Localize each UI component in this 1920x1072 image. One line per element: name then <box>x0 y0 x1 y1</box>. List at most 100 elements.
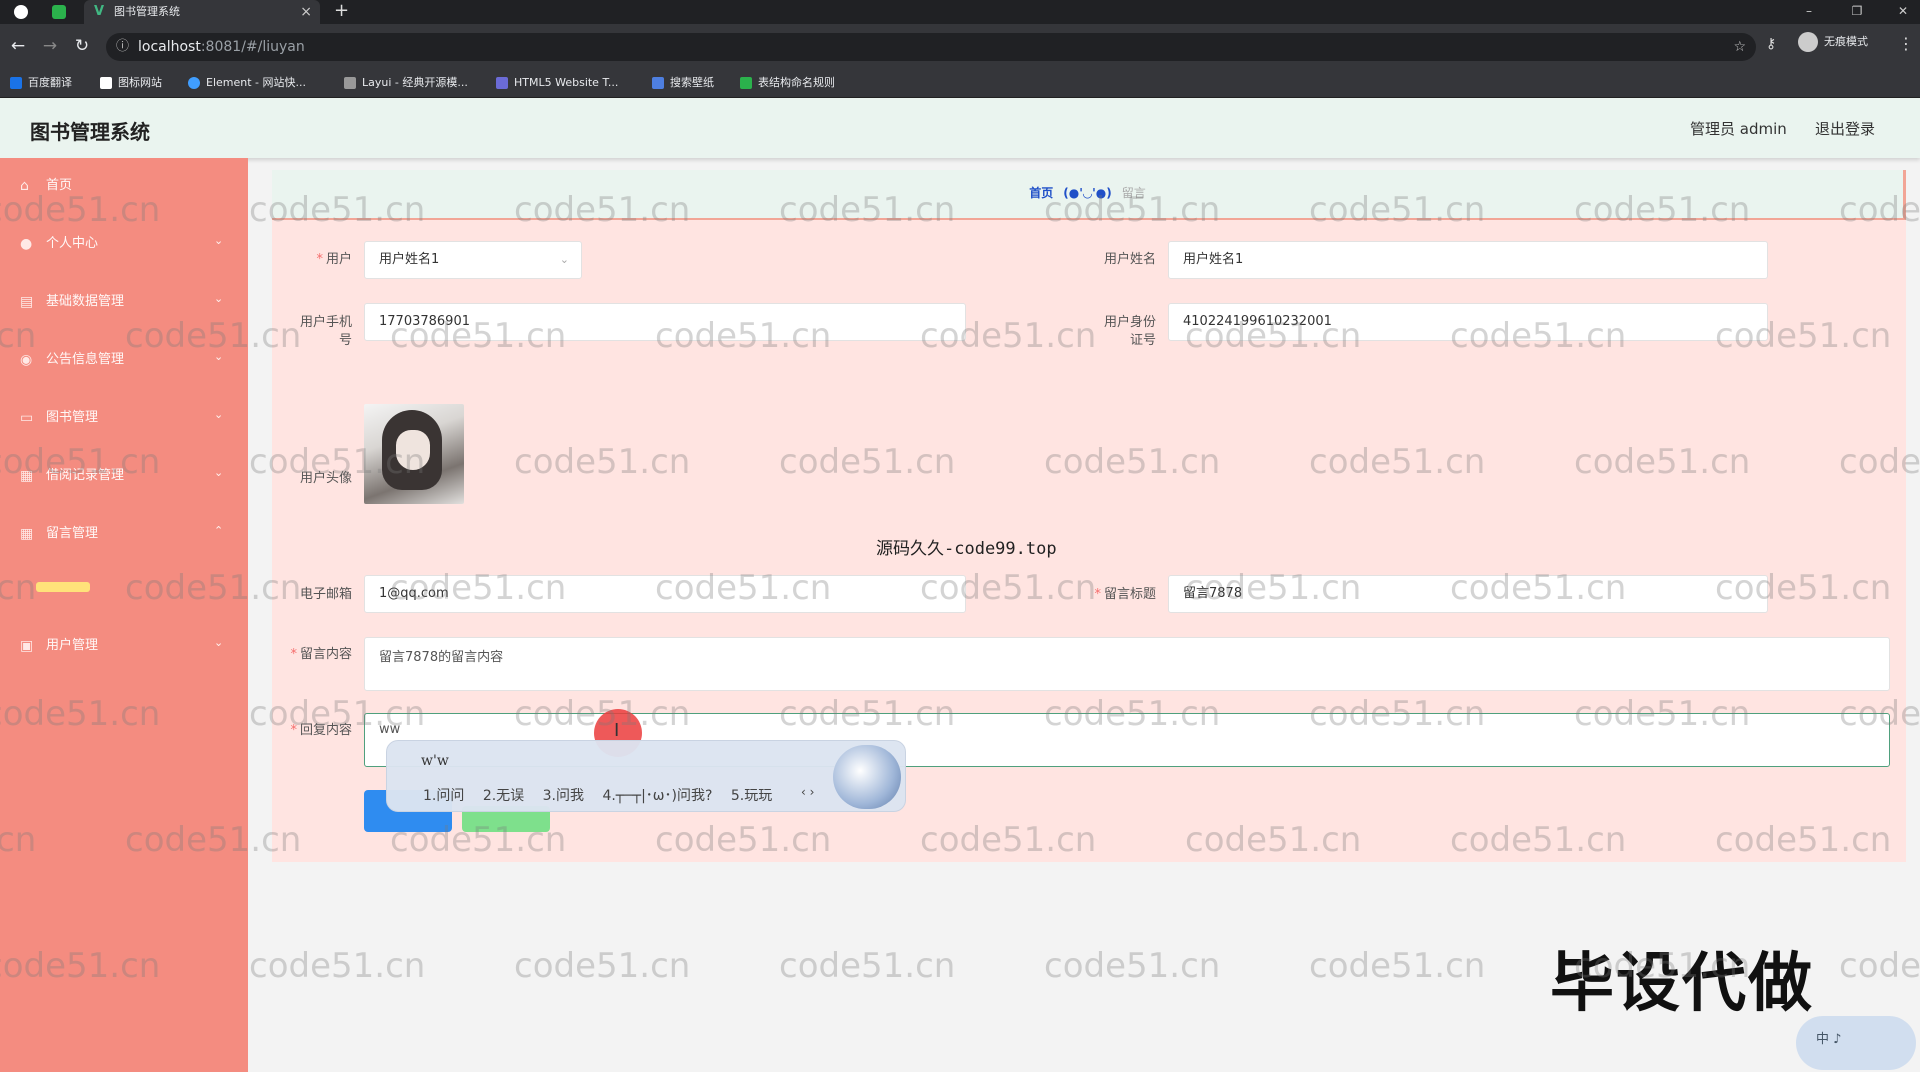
browser-toolbar: ← → ↻ ⓘ localhost:8081/#/liuyan ☆ <box>0 24 1920 68</box>
breadcrumb-separator: (●'◡'●) <box>1063 186 1112 200</box>
chevron-down-icon: ⌄ <box>214 408 224 421</box>
message-title-field[interactable]: 留言7878 <box>1168 575 1768 613</box>
bookmark-item[interactable]: Layui - 经典开源模... <box>344 68 468 98</box>
promo-overlay-text: 毕设代做 <box>1550 947 1814 1021</box>
app-icon[interactable] <box>52 5 66 19</box>
url-host: localhost <box>138 39 201 55</box>
bookmark-item[interactable]: 搜索壁纸 <box>652 68 714 98</box>
sidebar-item-borrow[interactable]: ▦ 借阅记录管理 ⌄ <box>0 448 248 506</box>
bookmark-label: Layui - 经典开源模... <box>362 76 468 89</box>
chevron-down-icon: ⌄ <box>559 253 569 266</box>
bookmark-star-icon[interactable]: ☆ <box>1733 33 1746 61</box>
submenu-active-item[interactable] <box>36 582 90 592</box>
sidebar-item-books[interactable]: ▭ 图书管理 ⌄ <box>0 390 248 448</box>
breadcrumb-current: 留言 <box>1121 186 1146 200</box>
sidebar-item-messages[interactable]: ▦ 留言管理 ⌃ <box>0 506 248 564</box>
phone-label: 用户手机号 <box>299 315 352 348</box>
ime-page-nav[interactable]: ‹ › <box>801 785 814 799</box>
book-icon: ▭ <box>20 410 34 426</box>
ime-candidate[interactable]: 2.无误 <box>483 788 524 804</box>
sidebar-item-label: 借阅记录管理 <box>46 468 125 483</box>
phone-field[interactable]: 17703786901 <box>364 303 966 341</box>
browser-menu-icon[interactable]: ⋮ <box>1898 34 1914 53</box>
key-icon[interactable]: ⚷ <box>1766 36 1776 52</box>
sidebar-item-label: 用户管理 <box>46 638 99 653</box>
ime-candidate[interactable]: 3.问我 <box>543 788 584 804</box>
vue-icon: V <box>94 4 105 19</box>
ime-candidate-popup: w'w 1.问问 2.无误 3.问我 4.┬─┬|･ω･)问我? 5.玩玩 ‹ … <box>386 740 906 812</box>
incognito-profile[interactable]: 无痕模式 <box>1798 32 1868 52</box>
breadcrumb-home[interactable]: 首页 <box>1029 186 1053 200</box>
chevron-down-icon: ⌄ <box>214 350 224 363</box>
back-icon[interactable]: ← <box>8 36 28 56</box>
ime-candidate[interactable]: 5.玩玩 <box>731 788 772 804</box>
sidebar-item-notice[interactable]: ◉ 公告信息管理 ⌄ <box>0 332 248 390</box>
bookmark-label: 图标网站 <box>118 76 162 89</box>
bulb-icon: ◉ <box>20 352 33 368</box>
bookmark-item[interactable]: 百度翻译 <box>10 68 72 98</box>
bookmarks-bar: 百度翻译 图标网站 Element - 网站快... Layui - 经典开源模… <box>0 68 1920 98</box>
grid-icon: ▦ <box>20 468 34 484</box>
watermark-text: code51.cn <box>1309 946 1486 986</box>
forward-icon[interactable]: → <box>40 36 60 56</box>
url-path: :8081/#/liuyan <box>200 39 305 55</box>
bookmark-label: 搜索壁纸 <box>670 76 714 89</box>
browser-tabbar: V 图书管理系统 × + – ❐ ✕ <box>0 0 1920 24</box>
user-icon: ● <box>20 236 33 252</box>
message-title-label: * 留言标题 <box>1094 587 1156 602</box>
ime-candidate[interactable]: 1.问问 <box>423 788 464 804</box>
code99-watermark: 源码久久-code99.top <box>876 539 1057 559</box>
table-icon: ▦ <box>20 526 34 542</box>
sidebar-item-profile[interactable]: ● 个人中心 ⌄ <box>0 216 248 274</box>
breadcrumb: 首页 (●'◡'●) 留言 <box>272 170 1906 220</box>
browser-tab[interactable]: V 图书管理系统 × <box>84 0 320 24</box>
bookmark-item[interactable]: 图标网站 <box>100 68 162 98</box>
home-icon: ⌂ <box>20 178 29 194</box>
minimize-icon[interactable]: – <box>1792 0 1826 24</box>
logout-link[interactable]: 退出登录 <box>1815 118 1875 139</box>
id-card-field[interactable]: 410224199610232001 <box>1168 303 1768 341</box>
ime-status-bar[interactable]: 中 ♪ <box>1796 1016 1916 1070</box>
window-close-icon[interactable]: ✕ <box>1886 0 1920 24</box>
ime-candidate[interactable]: 4.┬─┬|･ω･)问我? <box>602 788 712 804</box>
sidebar-item-basic-data[interactable]: ▤ 基础数据管理 ⌄ <box>0 274 248 332</box>
translate-icon <box>10 77 22 89</box>
bookmark-item[interactable]: HTML5 Website T... <box>496 68 618 98</box>
bookmark-label: 百度翻译 <box>28 76 72 89</box>
app-header: 图书管理系统 管理员 admin 退出登录 <box>0 98 1920 158</box>
new-tab-button[interactable]: + <box>334 0 349 22</box>
chevron-down-icon: ⌄ <box>214 292 224 305</box>
sidebar-item-home[interactable]: ⌂ 首页 <box>0 158 248 216</box>
reload-icon[interactable]: ↻ <box>72 36 92 56</box>
browser-icon[interactable] <box>14 5 28 19</box>
email-label: 电子邮箱 <box>299 587 352 602</box>
sidebar-item-label: 基础数据管理 <box>46 294 125 309</box>
user-select[interactable]: 用户姓名1 ⌄ <box>364 241 582 279</box>
user-avatar-image <box>364 404 464 504</box>
user-name-field[interactable]: 用户姓名1 <box>1168 241 1768 279</box>
bookmark-item[interactable]: 表结构命名规则 <box>740 68 835 98</box>
user-select-value: 用户姓名1 <box>379 252 440 267</box>
sidebar-item-label: 个人中心 <box>46 236 99 251</box>
sidebar-item-label: 图书管理 <box>46 410 99 425</box>
sidebar-item-users[interactable]: ▣ 用户管理 ⌄ <box>0 618 248 676</box>
tab-title: 图书管理系统 <box>114 5 180 18</box>
ime-candidate-list: 1.问问 2.无误 3.问我 4.┬─┬|･ω･)问我? 5.玩玩 <box>423 785 786 805</box>
message-content-textarea[interactable]: 留言7878的留言内容 <box>364 637 1890 691</box>
site-info-icon[interactable]: ⓘ <box>116 33 129 61</box>
restore-icon[interactable]: ❐ <box>1840 0 1874 24</box>
user-name-label: 用户姓名 <box>1103 252 1156 267</box>
layui-icon <box>344 77 356 89</box>
address-bar[interactable]: ⓘ localhost:8081/#/liuyan ☆ <box>106 33 1756 61</box>
element-icon <box>188 77 200 89</box>
bookmark-item[interactable]: Element - 网站快... <box>188 68 306 98</box>
user-label: * 用户 <box>316 252 352 267</box>
sidebar-item-label: 公告信息管理 <box>46 352 125 367</box>
reply-content-label: * 回复内容 <box>290 723 352 738</box>
chevron-down-icon: ⌄ <box>214 234 224 247</box>
ime-composition: w'w <box>421 753 449 769</box>
sheet-icon <box>740 77 752 89</box>
ime-skin-decoration <box>833 745 901 809</box>
tab-close-icon[interactable]: × <box>300 0 312 24</box>
email-field[interactable]: 1@qq.com <box>364 575 966 613</box>
